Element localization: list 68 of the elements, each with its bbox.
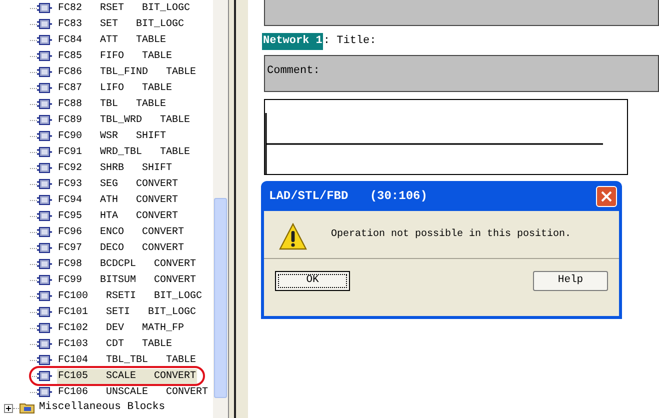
dialog-button[interactable]: Help — [533, 271, 608, 291]
block-icon — [37, 147, 52, 157]
scrollbar-thumb[interactable] — [214, 198, 227, 398]
tree-item[interactable]: FC99 BITSUM CONVERT — [57, 272, 198, 288]
block-icon — [37, 83, 52, 93]
comment-label: Comment: — [267, 65, 320, 77]
folder-icon — [19, 402, 35, 414]
block-icon — [37, 19, 52, 29]
block-icon — [37, 243, 52, 253]
block-icon — [37, 211, 52, 221]
network-label[interactable]: Network 1 — [262, 33, 324, 50]
block-icon — [37, 131, 52, 141]
tree-item[interactable]: FC82 RSET BIT_LOGC — [57, 0, 192, 16]
comment-box[interactable]: Comment: — [264, 55, 659, 92]
splitter[interactable] — [228, 0, 236, 418]
tree-item[interactable]: FC91 WRD_TBL TABLE — [57, 144, 192, 160]
block-icon — [37, 51, 52, 61]
block-icon — [37, 371, 52, 381]
tree-item[interactable]: FC83 SET BIT_LOGC — [57, 16, 186, 32]
block-icon — [37, 259, 52, 269]
tree-item[interactable]: FC95 HTA CONVERT — [57, 208, 180, 224]
tree-item[interactable]: FC100 RSETI BIT_LOGC — [57, 288, 204, 304]
tree-item[interactable]: FC98 BCDCPL CONVERT — [57, 256, 198, 272]
block-icon — [37, 227, 52, 237]
block-icon — [37, 195, 52, 205]
tree-item[interactable]: FC97 DECO CONVERT — [57, 240, 186, 256]
block-icon — [37, 291, 52, 301]
tree-item[interactable]: FC87 LIFO TABLE — [57, 80, 174, 96]
block-icon — [37, 307, 52, 317]
tree-item[interactable]: FC89 TBL_WRD TABLE — [57, 112, 192, 128]
tree-item[interactable]: FC94 ATH CONVERT — [57, 192, 180, 208]
close-icon — [601, 190, 612, 202]
block-icon — [37, 35, 52, 45]
block-icon — [37, 67, 52, 77]
tree-item[interactable]: FC101 SETI BIT_LOGC — [57, 304, 198, 320]
network-title: : Title: — [323, 34, 376, 50]
tree-item[interactable]: FC88 TBL TABLE — [57, 96, 168, 112]
tree-item[interactable]: FC86 TBL_FIND TABLE — [57, 64, 198, 80]
tree-item[interactable]: FC90 WSR SHIFT — [57, 128, 168, 144]
tree-item[interactable]: FC84 ATT TABLE — [57, 32, 168, 48]
tree-item[interactable]: FC102 DEV MATH_FP — [57, 320, 186, 336]
expand-icon[interactable] — [4, 404, 13, 412]
block-icon — [37, 339, 52, 349]
close-button[interactable] — [596, 186, 617, 206]
tree-folder[interactable]: Miscellaneous Blocks — [39, 400, 166, 416]
block-icon — [37, 323, 52, 333]
tree-item[interactable]: FC96 ENCO CONVERT — [57, 224, 186, 240]
block-icon — [37, 3, 52, 13]
warning-icon — [279, 223, 307, 251]
dialog-button[interactable]: OK — [275, 271, 350, 291]
tree-item[interactable]: FC92 SHRB SHIFT — [57, 160, 174, 176]
block-icon — [37, 387, 52, 397]
block-icon — [37, 355, 52, 365]
dialog-message: Operation not possible in this position. — [331, 228, 572, 242]
tree-item[interactable]: FC93 SEG CONVERT — [57, 176, 180, 192]
tree-item[interactable]: FC105 SCALE CONVERT — [57, 368, 198, 384]
block-icon — [37, 179, 52, 189]
dialog-title: LAD/STL/FBD (30:106) — [269, 188, 428, 205]
scrollbar[interactable] — [213, 0, 228, 418]
block-icon — [37, 163, 52, 173]
rung-box[interactable] — [264, 99, 628, 175]
tree-item[interactable]: FC85 FIFO TABLE — [57, 48, 174, 64]
tree-item[interactable]: FC103 CDT TABLE — [57, 336, 174, 352]
block-icon — [37, 99, 52, 109]
block-icon — [37, 275, 52, 285]
tree-item[interactable]: FC104 TBL_TBL TABLE — [57, 352, 198, 368]
block-icon — [37, 115, 52, 125]
tree-item[interactable]: FC106 UNSCALE CONVERT — [57, 384, 210, 400]
